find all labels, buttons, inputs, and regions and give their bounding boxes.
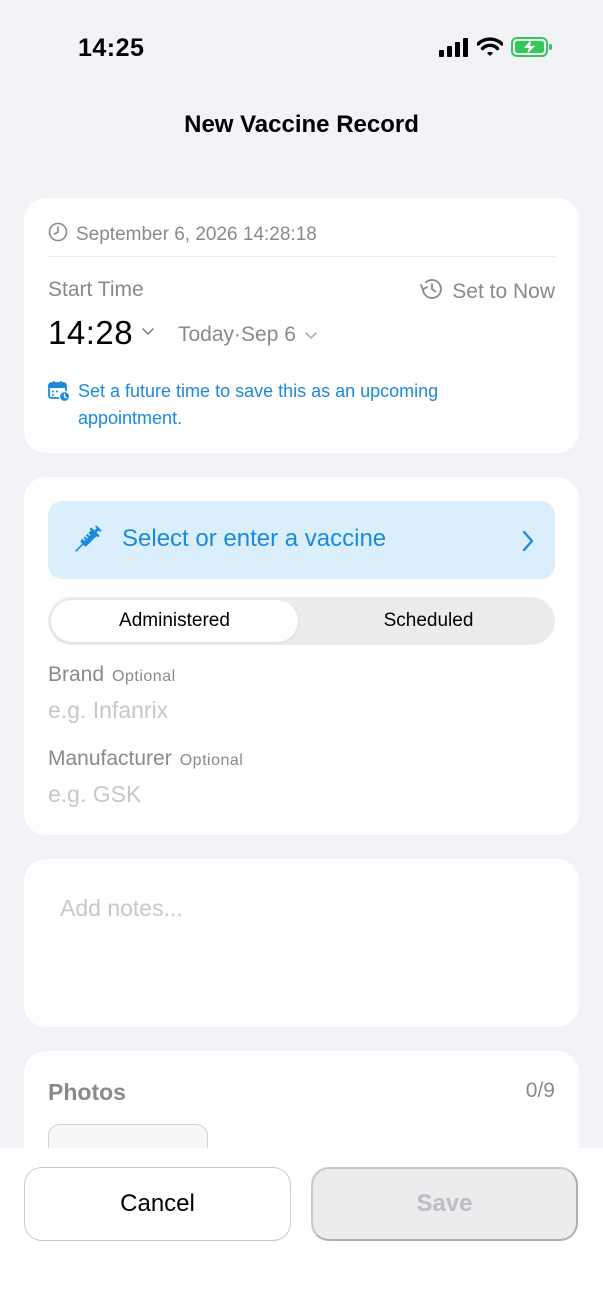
clock-icon	[48, 222, 68, 248]
save-button[interactable]: Save	[311, 1167, 578, 1241]
bottom-action-bar: Cancel Save	[0, 1148, 603, 1311]
date-value: Today·Sep 6	[178, 323, 296, 346]
syringe-icon	[70, 523, 104, 562]
photos-title: Photos	[48, 1079, 126, 1105]
manufacturer-input[interactable]	[48, 781, 548, 808]
start-time-label: Start Time	[48, 278, 144, 301]
manufacturer-label-text: Manufacturer	[48, 747, 172, 770]
optional-tag: Optional	[112, 668, 176, 685]
time-value: 14:28	[48, 314, 134, 351]
status-icons	[439, 36, 553, 63]
select-vaccine-button[interactable]: Select or enter a vaccine	[48, 501, 555, 579]
select-vaccine-label: Select or enter a vaccine	[122, 525, 387, 552]
chevron-down-icon	[304, 323, 318, 347]
page-title: New Vaccine Record	[184, 111, 419, 138]
notes-input[interactable]	[60, 895, 550, 1005]
vaccine-card: Select or enter a vaccine Administered S…	[24, 477, 579, 835]
appointment-hint: Set a future time to save this as an upc…	[48, 378, 528, 432]
cancel-button[interactable]: Cancel	[24, 1167, 291, 1241]
manufacturer-label: Manufacturer Optional	[48, 747, 243, 771]
chevron-down-icon	[141, 324, 155, 342]
time-card: September 6, 2026 14:28:18 Start Time Se…	[24, 198, 579, 453]
divider	[48, 256, 555, 257]
timestamp-row: September 6, 2026 14:28:18	[48, 222, 317, 248]
calendar-clock-icon	[48, 380, 71, 432]
battery-charging-icon	[511, 36, 553, 63]
appointment-hint-text: Set a future time to save this as an upc…	[78, 381, 439, 428]
brand-label: Brand Optional	[48, 663, 176, 687]
history-icon	[418, 277, 444, 307]
chevron-right-icon	[521, 529, 535, 558]
screen: 14:25 New Vaccine Record September 6, 20…	[0, 0, 603, 1311]
cellular-signal-icon	[439, 37, 469, 62]
time-picker[interactable]: 14:28	[48, 314, 155, 352]
wifi-icon	[476, 37, 504, 62]
photos-count: 0/9	[525, 1079, 555, 1102]
set-to-now-button[interactable]: Set to Now	[418, 277, 555, 307]
brand-label-text: Brand	[48, 663, 105, 686]
timestamp-text: September 6, 2026 14:28:18	[76, 224, 317, 245]
segment-administered[interactable]: Administered	[51, 600, 298, 642]
status-bar: 14:25	[0, 0, 603, 96]
status-segmented-control: Administered Scheduled	[48, 597, 555, 645]
set-to-now-label: Set to Now	[452, 280, 555, 303]
status-time: 14:25	[78, 34, 145, 62]
notes-card	[24, 859, 579, 1027]
brand-input[interactable]	[48, 697, 548, 724]
optional-tag: Optional	[179, 752, 244, 769]
segment-scheduled[interactable]: Scheduled	[305, 600, 552, 642]
date-picker[interactable]: Today·Sep 6	[178, 323, 318, 347]
